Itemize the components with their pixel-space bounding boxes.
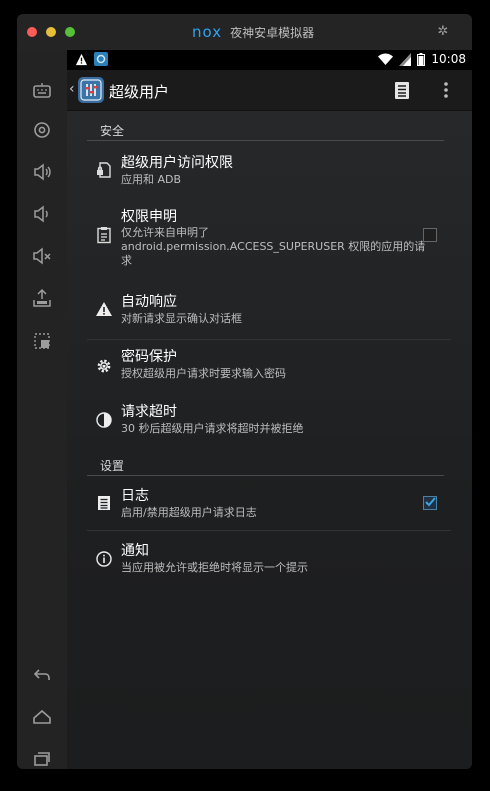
home-nav-icon[interactable]: [31, 706, 53, 728]
item-notifications[interactable]: 通知 当应用被允许或拒绝时将显示一个提示: [87, 535, 452, 583]
nox-logo: nox: [192, 23, 223, 41]
clock-timeout-icon: [95, 411, 113, 429]
section-divider: [87, 475, 444, 476]
screenshot-icon[interactable]: [31, 330, 53, 352]
section-header-security: 安全: [100, 124, 125, 138]
item-pin-protection[interactable]: 密码保护 授权超级用户请求时要求输入密码: [87, 342, 452, 390]
item-permission-declare[interactable]: 权限申明 仅允许来自申明了 android.permission.ACCESS_…: [87, 202, 452, 282]
back-nav-icon[interactable]: [31, 664, 53, 686]
item-title: 通知: [121, 543, 149, 559]
checkmark-icon: [425, 497, 436, 507]
up-chevron-icon[interactable]: ‹: [69, 81, 75, 97]
minimize-window-button[interactable]: [46, 27, 56, 37]
log-list-icon[interactable]: [391, 79, 413, 101]
item-subtitle: 仅允许来自申明了 android.permission.ACCESS_SUPER…: [121, 226, 426, 267]
emulator-sidebar: [17, 50, 67, 769]
item-title: 自动响应: [121, 294, 177, 310]
info-icon: [95, 550, 113, 568]
superuser-app-icon[interactable]: [78, 77, 104, 103]
item-request-timeout[interactable]: 请求超时 30 秒后超级用户请求将超时并被拒绝: [87, 397, 452, 445]
page-title: 超级用户: [109, 83, 170, 101]
android-screen: 10:08 ‹ 超级用户 安全 超级用户访问权限 应用和 ADB 权限申明 仅允…: [67, 50, 472, 769]
close-window-button[interactable]: [27, 27, 37, 37]
clock: 10:08: [431, 52, 466, 66]
row-divider: [87, 339, 451, 340]
overflow-menu-icon[interactable]: [437, 79, 455, 101]
item-auto-response[interactable]: 自动响应 对新请求显示确认对话框: [87, 286, 452, 334]
section-header-settings: 设置: [100, 459, 125, 473]
logging-checkbox[interactable]: [423, 496, 437, 510]
app-name: 夜神安卓模拟器: [230, 25, 315, 40]
recents-nav-icon[interactable]: [31, 748, 53, 769]
item-subtitle: 对新请求显示确认对话框: [121, 312, 242, 325]
item-subtitle: 授权超级用户请求时要求输入密码: [121, 367, 286, 380]
item-subtitle: 启用/禁用超级用户请求日志: [121, 506, 257, 519]
action-bar: ‹ 超级用户: [67, 70, 472, 111]
item-logging[interactable]: 日志 启用/禁用超级用户请求日志: [87, 479, 452, 529]
item-title: 请求超时: [121, 404, 177, 420]
volume-down-icon[interactable]: [31, 203, 53, 225]
clipboard-icon: [95, 226, 113, 244]
warning-icon: [95, 300, 113, 318]
keyboard-icon[interactable]: [31, 80, 53, 102]
brand: nox 夜神安卓模拟器: [192, 23, 314, 41]
settings-gear-icon[interactable]: ✲: [436, 25, 450, 39]
item-subtitle: 应用和 ADB: [121, 173, 182, 186]
settings-list: 安全 超级用户访问权限 应用和 ADB 权限申明 仅允许来自申明了 androi…: [67, 111, 472, 769]
item-subtitle: 30 秒后超级用户请求将超时并被拒绝: [121, 422, 304, 435]
warning-notification-icon: [75, 53, 88, 65]
item-superuser-access[interactable]: 超级用户访问权限 应用和 ADB: [87, 148, 452, 192]
status-bar: 10:08: [67, 50, 472, 70]
item-subtitle: 当应用被允许或拒绝时将显示一个提示: [121, 561, 308, 574]
gear-lock-icon: [95, 357, 113, 375]
item-title: 权限申明: [121, 209, 177, 225]
apk-install-icon[interactable]: [31, 287, 53, 309]
row-divider: [87, 530, 451, 531]
mute-icon[interactable]: [31, 245, 53, 267]
location-icon[interactable]: [31, 119, 53, 141]
lock-doc-icon: [95, 161, 113, 179]
wifi-icon: [378, 53, 394, 65]
item-title: 密码保护: [121, 349, 177, 365]
title-bar: nox 夜神安卓模拟器 ✲: [17, 14, 472, 50]
emulator-window: nox 夜神安卓模拟器 ✲ 10:08 ‹ 超级用户 安全 超级用户访问权限 应…: [17, 14, 472, 769]
maximize-window-button[interactable]: [65, 27, 75, 37]
signal-icon: [399, 52, 412, 66]
battery-icon: [417, 52, 426, 66]
declare-checkbox[interactable]: [423, 228, 437, 242]
app-notification-icon: [94, 52, 108, 66]
item-title: 日志: [121, 488, 149, 504]
log-doc-icon: [95, 494, 113, 512]
item-title: 超级用户访问权限: [121, 155, 233, 171]
volume-up-icon[interactable]: [31, 161, 53, 183]
section-divider: [87, 140, 444, 141]
